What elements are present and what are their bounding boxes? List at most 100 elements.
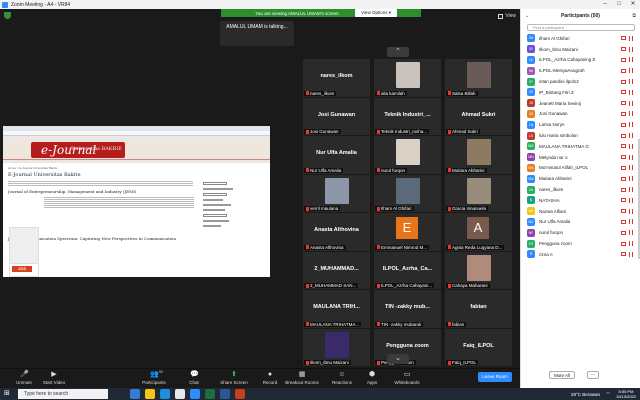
file-explorer-icon[interactable]	[145, 389, 155, 399]
tile-label-text: MAULANA TRIHATMA...	[310, 321, 360, 327]
security-shield-icon[interactable]	[4, 12, 11, 19]
participant-name: rizna n	[539, 251, 553, 257]
participant-row[interactable]: NA Nazwa Alfiani	[521, 206, 639, 217]
video-tile[interactable]: Salsa Billah	[445, 59, 512, 97]
video-tile[interactable]: Faiq_ILPOL Faiq_ILPOL	[445, 328, 512, 366]
video-tile[interactable]: Ilkom_Ibnu Maizani	[303, 328, 370, 366]
video-tile[interactable]: fabian fabian	[445, 290, 512, 328]
muted-mic-icon	[306, 168, 309, 173]
apps-icon: ⬢	[368, 371, 376, 378]
participant-row[interactable]: NU Nur Ulfa Amalia	[521, 217, 639, 228]
wifi-icon[interactable]: ◠	[606, 391, 610, 397]
find-participant-input[interactable]: Find a participant	[527, 24, 635, 31]
breakout-rooms-button[interactable]: ▦ Breakout Rooms	[280, 370, 324, 388]
participant-row[interactable]: IB IP_Bintang Fitri Z	[521, 87, 639, 98]
participant-row[interactable]: MA Mutiara Abharini	[521, 173, 639, 184]
toolbar-label: Breakout Rooms	[285, 380, 319, 385]
participant-row[interactable]: N NATASHA	[521, 195, 639, 206]
chevron-down-icon[interactable]: ⌄	[525, 9, 529, 24]
participant-row[interactable]: MG MAULANA TRIHATMA G	[521, 141, 639, 152]
participant-row[interactable]: NF nurul furqon	[521, 227, 639, 238]
video-off-icon	[621, 90, 626, 95]
share-screen-icon: ⬆	[231, 371, 237, 378]
leave-room-button[interactable]: Leave Room	[478, 372, 512, 382]
mic-muted-icon	[629, 57, 633, 63]
tile-label-text: Salsa Billah	[452, 90, 476, 96]
video-tile[interactable]: Mutiara Abharini	[445, 136, 512, 174]
video-tile[interactable]: alia kamilah	[374, 59, 441, 97]
video-off-icon	[621, 111, 626, 116]
mute-all-button[interactable]: Mute All	[549, 371, 575, 379]
video-tile[interactable]: E Emmanuel Nimrod M...	[374, 213, 441, 251]
video-tile[interactable]: Ahmad Sukri Ahmad Sukri	[445, 97, 512, 135]
powerpoint-icon[interactable]	[235, 389, 245, 399]
start-video-button[interactable]: ▶ Start Video	[32, 370, 76, 388]
view-options-button[interactable]: View Options ▾	[355, 9, 397, 17]
tile-display-name: Pengguna zoom	[386, 342, 429, 349]
tile-display-name: Nur Ulfa Amalia	[316, 150, 357, 156]
participants-button[interactable]: 👥 Participants 50	[132, 370, 176, 388]
avatar: MG	[527, 142, 535, 151]
participant-row[interactable]: IB Ilkom_Ibnu Maizani	[521, 44, 639, 55]
video-tile[interactable]: A Agnia Reda Luqyana D...	[445, 213, 512, 251]
tile-label-text: Nur Ulfa Amalia	[310, 167, 342, 173]
video-tile[interactable]: Cahaya Maharani	[445, 251, 512, 289]
chrome-icon[interactable]	[175, 389, 185, 399]
view-button[interactable]: View	[498, 13, 516, 19]
edge-icon[interactable]	[160, 389, 170, 399]
video-tile[interactable]: verril maulana	[303, 174, 370, 212]
word-icon[interactable]	[220, 389, 230, 399]
video-off-icon	[621, 133, 626, 138]
participant-row[interactable]: IP intan pandini ilpol12	[521, 76, 639, 87]
video-tile[interactable]: Nur Ulfa Amalia Nur Ulfa Amalia	[303, 136, 370, 174]
participant-row[interactable]: LS lulu maria simbolon	[521, 130, 639, 141]
video-tile[interactable]: Josi Gunawan Josi Gunawan	[303, 97, 370, 135]
task-view-icon[interactable]	[130, 389, 140, 399]
shared-screen[interactable]: Universitas BAKRIE e-Journal Home > E-Jo…	[3, 126, 270, 277]
participant-row[interactable]: PZ Pengguna zoom	[521, 238, 639, 249]
tile-display-name: ILPOL_Azrha_Ca...	[382, 265, 433, 272]
participant-row[interactable]: JG Josi Gunawan	[521, 109, 639, 120]
tile-label-text: Anasta Althovina	[310, 244, 344, 250]
whiteboards-button[interactable]: ▭ Whiteboards	[385, 370, 429, 388]
participant-row[interactable]: JS Jeanett Maria Sevinij	[521, 98, 639, 109]
excel-icon[interactable]	[205, 389, 215, 399]
taskbar-apps	[130, 389, 245, 399]
taskbar-search-input[interactable]: Type here to search	[18, 389, 108, 399]
participant-row[interactable]: IM Ilham Al Ghifari	[521, 33, 639, 44]
participant-row[interactable]: Rrizna n	[521, 249, 639, 260]
tile-name-label: Mutiara Abharini	[446, 167, 487, 173]
video-tile[interactable]: Gracia Iimanuela	[445, 174, 512, 212]
minimize-button[interactable]: –	[598, 0, 612, 9]
video-tile[interactable]: Anasta Althovina Anasta Althovina	[303, 213, 370, 251]
participant-row[interactable]: MN Melynda nur o	[521, 152, 639, 163]
participant-row[interactable]: LN Larisa Noryn	[521, 119, 639, 130]
participant-row[interactable]: MA Mu'minatul Alifah_ILPOL	[521, 163, 639, 174]
video-tile[interactable]: 2_MUHAMMAD... 2_MUHAMMAD SAN...	[303, 251, 370, 289]
close-button[interactable]: ✕	[626, 0, 640, 9]
participant-row[interactable]: IM ILPOL-MeisyaAnugrah	[521, 65, 639, 76]
mic-muted-icon	[629, 35, 633, 41]
mic-muted-icon	[629, 68, 633, 74]
video-tile[interactable]: nares_ilkom nares_ilkom	[303, 59, 370, 97]
weather-widget[interactable]: 28°C Berawan	[571, 392, 600, 397]
zoom-taskbar-icon[interactable]	[190, 389, 200, 399]
gallery-prev-button[interactable]: ⌃	[387, 47, 409, 57]
tile-name-label: Salsa Billah	[446, 90, 478, 96]
more-options-button[interactable]: ...	[587, 371, 599, 379]
video-tile[interactable]: MAULANA TRIH... MAULANA TRIHATMA...	[303, 290, 370, 328]
windows-start-icon[interactable]: ⊞	[4, 390, 12, 398]
pop-out-icon[interactable]: ⧉	[632, 9, 636, 24]
participant-name: nares_ilkom	[539, 187, 564, 193]
video-tile[interactable]: Ilham Al Ghifari	[374, 174, 441, 212]
video-tile[interactable]: nurul furqon	[374, 136, 441, 174]
video-tile[interactable]: TIN -zakky mub... TIN -zakky mubarok	[374, 290, 441, 328]
maximize-button[interactable]: □	[612, 0, 626, 9]
participant-row[interactable]: NI nares_ilkom	[521, 184, 639, 195]
video-tile[interactable]: Teknik Industri_... Teknik Industri_Iosha…	[374, 97, 441, 135]
video-tile[interactable]: ILPOL_Azrha_Ca... ILPOL_Azrha Cahayani...	[374, 251, 441, 289]
participant-row[interactable]: IA ILPOL_Azrha Cahayaning E	[521, 55, 639, 66]
taskbar-clock[interactable]: 8:55 PM 10/13/2022	[616, 389, 636, 399]
chat-button[interactable]: 💬 Chat	[172, 370, 216, 388]
gallery-next-button[interactable]: ⌄	[387, 354, 409, 364]
